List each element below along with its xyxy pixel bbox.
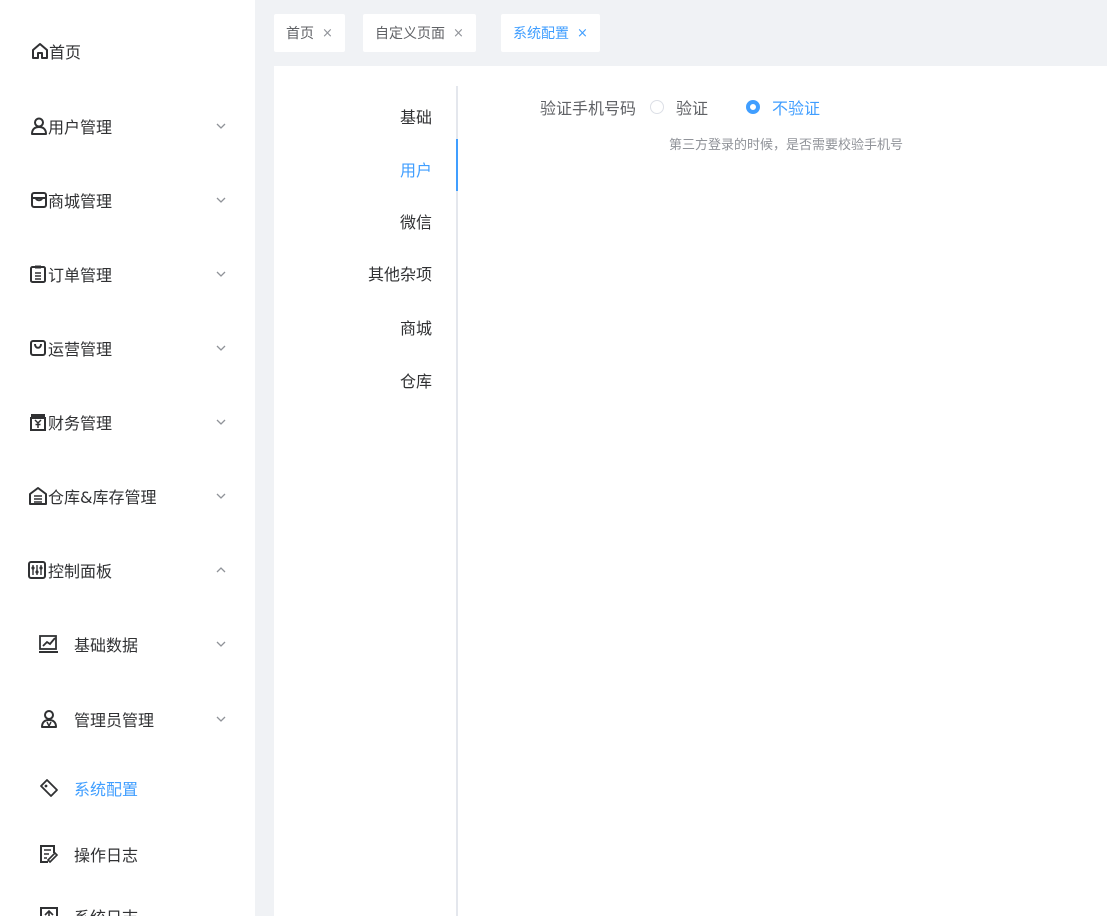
sidebar-item-control-panel[interactable]: 控制面板 xyxy=(0,542,255,598)
sidebar: 首页 用户管理 商城管理 订单管理 运营管理 财务管理 仓库&库存管理 控制面板… xyxy=(0,0,255,916)
radio-no-verify-label: 不验证 xyxy=(772,99,821,118)
sidebar-item-label: 系统配置 xyxy=(74,780,139,799)
sliders-icon xyxy=(26,559,48,581)
sidebar-item-label: 管理员管理 xyxy=(74,711,155,730)
radio-checked-icon[interactable] xyxy=(746,100,761,114)
sidebar-item-home[interactable]: 首页 xyxy=(0,23,255,79)
side-tab-basic[interactable]: 基础 xyxy=(400,104,432,128)
home-icon xyxy=(29,40,51,62)
sidebar-item-label: 订单管理 xyxy=(48,266,113,285)
clipboard-icon xyxy=(27,263,49,285)
sidebar-item-operation-log[interactable]: 操作日志 xyxy=(0,826,255,882)
chart-icon xyxy=(38,633,60,655)
chevron-down-icon xyxy=(214,489,228,503)
sidebar-item-label: 仓库&库存管理 xyxy=(48,488,157,507)
radio-verify[interactable]: 验证 xyxy=(650,95,708,119)
bag-icon xyxy=(27,337,49,359)
active-tab-indicator xyxy=(456,139,458,191)
sidebar-item-system-log[interactable]: 系统日志 xyxy=(0,888,255,916)
content-panel: 基础 用户 微信 其他杂项 商城 仓库 验证手机号码 验证 不验证 第三方登录的… xyxy=(274,66,1107,916)
tab-custom-page[interactable]: 自定义页面 × xyxy=(363,14,476,52)
sidebar-item-label: 运营管理 xyxy=(48,340,113,359)
close-icon[interactable]: × xyxy=(577,26,588,41)
close-icon[interactable]: × xyxy=(322,26,333,41)
side-tab-wechat[interactable]: 微信 xyxy=(400,209,432,233)
tab-label: 系统配置 xyxy=(513,26,569,42)
sidebar-item-label: 商城管理 xyxy=(48,192,113,211)
sidebar-item-label: 操作日志 xyxy=(74,846,139,865)
chevron-down-icon xyxy=(214,341,228,355)
sidebar-item-orders[interactable]: 订单管理 xyxy=(0,246,255,302)
tabs-bar: 首页 × 自定义页面 × 系统配置 × xyxy=(260,8,1107,60)
settings-side-tabs: 基础 用户 微信 其他杂项 商城 仓库 xyxy=(274,86,458,916)
side-tab-warehouse[interactable]: 仓库 xyxy=(400,368,432,392)
chevron-down-icon xyxy=(214,267,228,281)
verify-phone-label: 验证手机号码 xyxy=(540,99,637,118)
warehouse-icon xyxy=(27,485,49,507)
chevron-down-icon xyxy=(214,415,228,429)
tab-home[interactable]: 首页 × xyxy=(274,14,345,52)
side-tab-user[interactable]: 用户 xyxy=(400,157,432,181)
chevron-down-icon xyxy=(214,119,228,133)
sidebar-item-label: 系统日志 xyxy=(74,904,138,916)
chevron-down-icon xyxy=(214,193,228,207)
log-icon xyxy=(38,905,60,916)
sidebar-item-system-config[interactable]: 系统配置 xyxy=(0,760,255,816)
sidebar-item-finance[interactable]: 财务管理 xyxy=(0,394,255,450)
side-tab-shop[interactable]: 商城 xyxy=(400,315,432,339)
chevron-down-icon xyxy=(214,712,228,726)
chevron-up-icon xyxy=(214,563,228,577)
sidebar-item-label: 财务管理 xyxy=(48,414,113,433)
tab-system-config[interactable]: 系统配置 × xyxy=(501,14,600,52)
sidebar-item-label: 用户管理 xyxy=(48,118,113,137)
sidebar-item-label: 首页 xyxy=(49,43,82,62)
sidebar-item-warehouse[interactable]: 仓库&库存管理 xyxy=(0,468,255,524)
close-icon[interactable]: × xyxy=(453,26,464,41)
sidebar-item-label: 基础数据 xyxy=(74,636,139,655)
verify-phone-row: 验证手机号码 验证 不验证 xyxy=(540,95,858,119)
tag-icon xyxy=(38,777,60,799)
verify-phone-hint: 第三方登录的时候，是否需要校验手机号 xyxy=(669,138,904,153)
side-tabs-divider xyxy=(456,86,458,916)
radio-no-verify[interactable]: 不验证 xyxy=(746,95,820,119)
tab-label: 自定义页面 xyxy=(375,26,445,42)
side-tab-misc[interactable]: 其他杂项 xyxy=(368,261,432,285)
yen-box-icon xyxy=(27,411,49,433)
shop-icon xyxy=(28,189,50,211)
radio-verify-label: 验证 xyxy=(676,99,709,118)
sidebar-item-operations[interactable]: 运营管理 xyxy=(0,320,255,376)
user-icon xyxy=(28,115,50,137)
sidebar-item-shop[interactable]: 商城管理 xyxy=(0,172,255,228)
tab-label: 首页 xyxy=(286,26,314,42)
chevron-down-icon xyxy=(214,637,228,651)
sidebar-item-admins[interactable]: 管理员管理 xyxy=(0,691,255,747)
sidebar-item-users[interactable]: 用户管理 xyxy=(0,98,255,154)
admin-icon xyxy=(38,708,60,730)
edit-doc-icon xyxy=(38,843,60,865)
radio-unchecked-icon[interactable] xyxy=(650,100,665,114)
sidebar-item-base-data[interactable]: 基础数据 xyxy=(0,616,255,672)
sidebar-item-label: 控制面板 xyxy=(48,562,113,581)
